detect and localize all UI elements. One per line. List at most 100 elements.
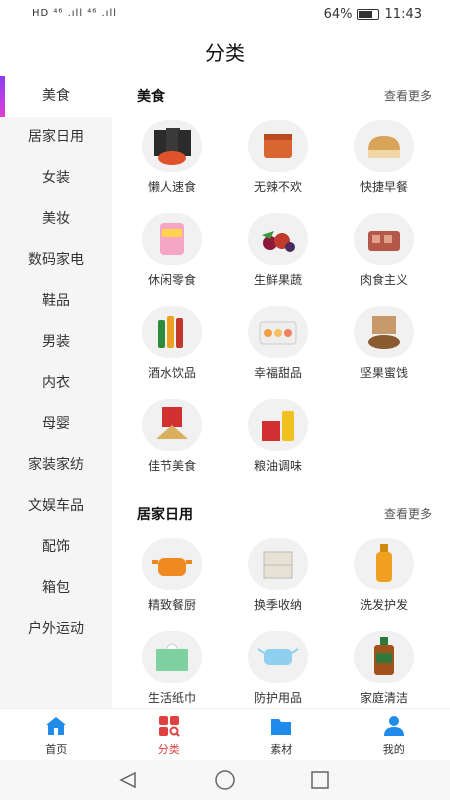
- category-item[interactable]: 坚果蜜饯: [331, 300, 437, 393]
- nuts-icon: [354, 306, 414, 358]
- tab-label: 首页: [0, 741, 113, 757]
- recents-icon[interactable]: [312, 772, 328, 788]
- category-content: 美食 查看更多 懒人速食 无辣不欢 快捷早餐 休闲零食: [112, 76, 450, 708]
- category-label: 洗发护发: [331, 596, 437, 613]
- category-label: 休闲零食: [119, 271, 225, 288]
- section-header-food: 美食 查看更多: [112, 76, 450, 114]
- category-sidebar: 美食 居家日用 女装 美妆 数码家电 鞋品 男装 内衣 母婴 家装家纺 文娱车品…: [0, 76, 112, 708]
- section-title: 美食: [137, 86, 165, 106]
- storage-drawer-icon: [248, 538, 308, 590]
- shampoo-icon: [354, 538, 414, 590]
- tab-home[interactable]: 首页: [0, 709, 113, 761]
- folder-icon: [269, 715, 293, 737]
- sidebar-item-mens[interactable]: 男装: [0, 322, 112, 363]
- view-more-link[interactable]: 查看更多: [384, 505, 432, 522]
- category-label: 佳节美食: [119, 457, 225, 474]
- category-label: 生活纸巾: [119, 689, 225, 706]
- category-item[interactable]: 佳节美食: [119, 393, 225, 486]
- mask-icon: [248, 631, 308, 683]
- signal-indicators: HD ⁴⁶ .ıll ⁴⁶ .ıll: [32, 8, 117, 19]
- category-item[interactable]: 休闲零食: [119, 207, 225, 300]
- snack-bag-icon: [142, 213, 202, 265]
- category-item[interactable]: 快捷早餐: [331, 114, 437, 207]
- sidebar-item-womens[interactable]: 女装: [0, 158, 112, 199]
- tissue-icon: [142, 631, 202, 683]
- category-item[interactable]: 无辣不欢: [225, 114, 331, 207]
- tab-label: 我的: [338, 741, 450, 757]
- tab-category[interactable]: 分类: [113, 709, 226, 761]
- page-title: 分类: [205, 41, 245, 65]
- sidebar-item-household[interactable]: 居家日用: [0, 117, 112, 158]
- system-nav-bar: [0, 760, 450, 800]
- category-item[interactable]: 洗发护发: [331, 532, 437, 625]
- category-label: 粮油调味: [225, 457, 331, 474]
- status-bar: HD ⁴⁶ .ıll ⁴⁶ .ıll 64% 11:43: [0, 0, 450, 30]
- category-grid-food: 懒人速食 无辣不欢 快捷早餐 休闲零食 生鲜果蔬: [112, 114, 450, 486]
- tab-label: 素材: [225, 741, 338, 757]
- category-label: 生鲜果蔬: [225, 271, 331, 288]
- tab-label: 分类: [113, 741, 226, 757]
- category-item[interactable]: 生活纸巾: [119, 625, 225, 708]
- category-label: 家庭清洁: [331, 689, 437, 706]
- category-label: 懒人速食: [119, 178, 225, 195]
- category-item[interactable]: 生鲜果蔬: [225, 207, 331, 300]
- battery-icon: [357, 9, 379, 20]
- section-header-household: 居家日用 查看更多: [112, 494, 450, 532]
- bottom-tab-bar: 首页 分类 素材 我的: [0, 708, 450, 761]
- category-label: 精致餐厨: [119, 596, 225, 613]
- category-grid-household: 精致餐厨 换季收纳 洗发护发 生活纸巾 防护用品: [112, 532, 450, 708]
- category-label: 酒水饮品: [119, 364, 225, 381]
- category-item[interactable]: 防护用品: [225, 625, 331, 708]
- sidebar-item-underwear[interactable]: 内衣: [0, 363, 112, 404]
- sidebar-item-home-textile[interactable]: 家装家纺: [0, 445, 112, 486]
- user-icon: [382, 715, 406, 737]
- category-label: 快捷早餐: [331, 178, 437, 195]
- disinfectant-icon: [354, 631, 414, 683]
- sidebar-item-food[interactable]: 美食: [0, 76, 112, 117]
- section-title: 居家日用: [137, 504, 193, 524]
- category-item[interactable]: 酒水饮品: [119, 300, 225, 393]
- sidebar-item-shoes[interactable]: 鞋品: [0, 281, 112, 322]
- bread-icon: [354, 120, 414, 172]
- view-more-link[interactable]: 查看更多: [384, 87, 432, 104]
- category-label: 肉食主义: [331, 271, 437, 288]
- sidebar-item-stationery-car[interactable]: 文娱车品: [0, 486, 112, 527]
- category-item[interactable]: 幸福甜品: [225, 300, 331, 393]
- header: 分类: [0, 30, 450, 74]
- category-item[interactable]: 换季收纳: [225, 532, 331, 625]
- category-item[interactable]: 精致餐厨: [119, 532, 225, 625]
- category-icon: [157, 715, 181, 737]
- category-item[interactable]: 肉食主义: [331, 207, 437, 300]
- category-label: 换季收纳: [225, 596, 331, 613]
- home-icon: [44, 715, 68, 737]
- sidebar-item-accessories[interactable]: 配饰: [0, 527, 112, 568]
- dessert-box-icon: [248, 306, 308, 358]
- status-right: 64% 11:43: [324, 7, 422, 22]
- meat-box-icon: [354, 213, 414, 265]
- home-circle-icon[interactable]: [216, 771, 234, 789]
- sidebar-item-baby[interactable]: 母婴: [0, 404, 112, 445]
- category-item[interactable]: 粮油调味: [225, 393, 331, 486]
- fruit-icon: [248, 213, 308, 265]
- category-item[interactable]: 懒人速食: [119, 114, 225, 207]
- battery-percent: 64%: [324, 7, 353, 22]
- category-label: 坚果蜜饯: [331, 364, 437, 381]
- category-item[interactable]: 家庭清洁: [331, 625, 437, 708]
- back-icon[interactable]: [121, 773, 135, 787]
- category-label: 幸福甜品: [225, 364, 331, 381]
- zongzi-icon: [142, 399, 202, 451]
- sidebar-item-outdoor[interactable]: 户外运动: [0, 609, 112, 650]
- tab-profile[interactable]: 我的: [338, 709, 450, 761]
- sidebar-item-bags[interactable]: 箱包: [0, 568, 112, 609]
- spicy-meat-icon: [248, 120, 308, 172]
- tab-materials[interactable]: 素材: [225, 709, 338, 761]
- category-label: 无辣不欢: [225, 178, 331, 195]
- sidebar-item-digital[interactable]: 数码家电: [0, 240, 112, 281]
- pot-icon: [142, 538, 202, 590]
- sidebar-item-beauty[interactable]: 美妆: [0, 199, 112, 240]
- bottles-icon: [142, 306, 202, 358]
- clock: 11:43: [385, 7, 422, 22]
- oil-bottle-icon: [248, 399, 308, 451]
- instant-food-icon: [142, 120, 202, 172]
- category-label: 防护用品: [225, 689, 331, 706]
